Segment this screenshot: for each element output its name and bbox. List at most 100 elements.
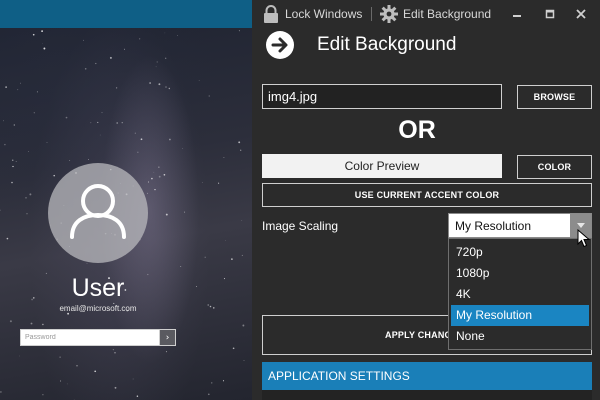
- maximize-button[interactable]: [535, 0, 565, 28]
- star: [165, 86, 167, 88]
- dropdown-arrow-icon: [576, 222, 585, 228]
- star: [223, 278, 226, 280]
- star: [84, 68, 87, 70]
- preview-top-strip: [0, 0, 252, 28]
- star: [42, 43, 43, 45]
- star: [59, 356, 61, 358]
- lock-screen-preview: User email@microsoft.com ›: [0, 0, 252, 400]
- star: [209, 305, 212, 308]
- title-bar-divider: [371, 7, 372, 21]
- star: [42, 323, 44, 326]
- star: [231, 258, 233, 260]
- star: [26, 213, 28, 215]
- or-separator: OR: [398, 116, 436, 144]
- dropdown-option-4k[interactable]: 4K: [451, 284, 589, 305]
- star: [204, 256, 206, 258]
- star: [211, 382, 213, 384]
- star: [0, 391, 2, 393]
- star: [66, 383, 68, 385]
- dropdown-option-720p[interactable]: 720p: [451, 242, 589, 263]
- star: [158, 175, 161, 178]
- lock-windows-tab[interactable]: Lock Windows: [261, 0, 362, 28]
- star: [184, 211, 186, 213]
- star: [33, 112, 35, 114]
- star: [222, 380, 225, 382]
- password-input[interactable]: [21, 330, 159, 345]
- star: [116, 122, 119, 124]
- star: [36, 91, 38, 93]
- star: [6, 237, 9, 240]
- star: [158, 83, 161, 86]
- preview-password-box: ›: [20, 329, 176, 346]
- star: [169, 138, 171, 141]
- star: [88, 159, 89, 160]
- star: [180, 266, 182, 267]
- star: [25, 196, 27, 199]
- star: [12, 165, 14, 168]
- star: [218, 182, 220, 184]
- star: [11, 181, 13, 184]
- dropdown-option-my-resolution[interactable]: My Resolution: [451, 305, 589, 326]
- star: [149, 82, 151, 84]
- preview-user-email: email@microsoft.com: [59, 304, 137, 313]
- image-scaling-select[interactable]: My Resolution: [448, 213, 592, 238]
- use-accent-color-button[interactable]: USE CURRENT ACCENT COLOR: [262, 183, 592, 207]
- star: [94, 370, 97, 373]
- image-scaling-dropdown-list: 720p 1080p 4K My Resolution None: [448, 238, 592, 350]
- star: [241, 219, 243, 221]
- application-settings-header[interactable]: APPLICATION SETTINGS: [262, 362, 592, 390]
- browse-button[interactable]: BROWSE: [517, 85, 592, 109]
- star: [43, 47, 46, 50]
- star: [177, 35, 178, 36]
- color-button[interactable]: COLOR: [517, 155, 592, 179]
- star: [4, 143, 6, 146]
- page-title: Edit Background: [317, 34, 457, 55]
- minimize-button[interactable]: [502, 0, 532, 28]
- image-file-input[interactable]: [262, 84, 502, 109]
- star: [137, 151, 139, 153]
- star: [151, 177, 153, 180]
- lock-windows-label: Lock Windows: [285, 7, 363, 21]
- application-settings-body: [262, 390, 592, 400]
- star: [243, 360, 245, 362]
- edit-background-label: Edit Background: [403, 7, 492, 21]
- star: [29, 193, 32, 196]
- star: [155, 66, 157, 68]
- minimize-icon: [513, 15, 521, 17]
- image-scaling-selected-value: My Resolution: [455, 218, 532, 233]
- star: [164, 32, 166, 34]
- edit-background-window: Lock Windows Edit Background Edit Backgr…: [252, 0, 600, 400]
- dropdown-option-1080p[interactable]: 1080p: [451, 263, 589, 284]
- star: [208, 95, 210, 97]
- star: [207, 304, 209, 306]
- star: [9, 320, 12, 323]
- close-button[interactable]: [566, 0, 596, 28]
- star: [156, 61, 158, 63]
- color-preview-box: Color Preview: [262, 154, 502, 178]
- dropdown-option-none[interactable]: None: [451, 326, 589, 347]
- title-bar: Lock Windows Edit Background: [252, 0, 600, 28]
- star: [109, 56, 112, 59]
- star: [15, 161, 17, 163]
- star: [115, 87, 118, 89]
- gear-icon: [380, 5, 398, 23]
- edit-background-tab[interactable]: Edit Background: [379, 0, 491, 28]
- star: [76, 365, 78, 367]
- mouse-cursor-icon: [577, 229, 591, 248]
- star: [224, 239, 226, 241]
- star: [112, 348, 115, 351]
- avatar: [48, 163, 148, 263]
- user-icon: [70, 184, 126, 239]
- star: [90, 122, 92, 124]
- star: [182, 148, 184, 149]
- star: [165, 213, 168, 216]
- star: [242, 324, 245, 327]
- preview-user-name: User: [71, 274, 125, 302]
- close-icon: [576, 9, 586, 19]
- star: [28, 151, 29, 152]
- password-submit-button[interactable]: ›: [159, 330, 175, 345]
- star: [134, 132, 136, 134]
- star: [241, 254, 243, 256]
- star: [140, 138, 143, 141]
- back-button[interactable]: [263, 28, 297, 62]
